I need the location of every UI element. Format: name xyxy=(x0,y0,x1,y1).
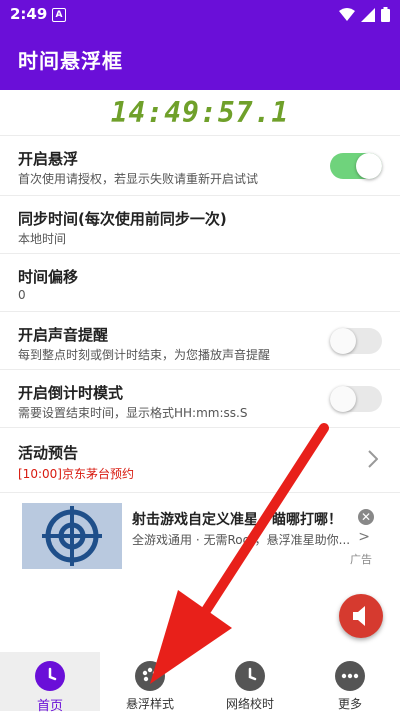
signal-icon xyxy=(361,7,375,22)
countdown-toggle[interactable] xyxy=(330,386,382,412)
ad-banner[interactable]: 射击游戏自定义准星，瞄哪打哪！ 全游戏通用 · 无需Root，悬浮准星助你...… xyxy=(0,492,400,578)
ad-thumbnail xyxy=(22,503,122,569)
setting-title: 时间偏移 xyxy=(18,268,79,286)
floating-toggle[interactable] xyxy=(330,153,382,179)
palette-icon xyxy=(135,661,165,691)
toggle-knob xyxy=(356,153,382,179)
setting-title: 同步时间(每次使用前同步一次) xyxy=(18,210,227,228)
nav-label: 更多 xyxy=(337,697,362,711)
setting-subtitle: 首次使用请授权，若显示失败请重新开启试试 xyxy=(18,172,259,186)
toggle-knob xyxy=(330,328,356,354)
ad-chevron-icon: > xyxy=(358,529,370,545)
status-time: 2:49 xyxy=(10,5,48,23)
nav-floating-style[interactable]: 悬浮样式 xyxy=(100,652,200,711)
ad-close-icon[interactable]: ✕ xyxy=(358,509,374,525)
setting-subtitle: 每到整点时刻或倒计时结束，为您播放声音提醒 xyxy=(18,348,271,362)
sound-toggle[interactable] xyxy=(330,328,382,354)
notification-a-icon: A xyxy=(52,8,66,22)
nav-network-time[interactable]: 网络校时 xyxy=(200,652,300,711)
clock-icon xyxy=(235,661,265,691)
nav-label: 首页 xyxy=(36,699,63,714)
setting-title: 活动预告 xyxy=(18,444,79,462)
status-bar: 2:49 A xyxy=(0,0,400,30)
nav-label: 悬浮样式 xyxy=(125,697,174,711)
battery-icon xyxy=(381,7,390,22)
speaker-icon xyxy=(353,606,365,626)
nav-home[interactable]: 首页 xyxy=(0,652,100,714)
clock-icon xyxy=(35,661,65,691)
more-icon xyxy=(335,661,365,691)
ad-title: 射击游戏自定义准星，瞄哪打哪！ xyxy=(132,512,342,528)
nav-more[interactable]: 更多 xyxy=(300,652,400,711)
chevron-right-icon xyxy=(368,450,378,468)
setting-subtitle: 0 xyxy=(18,288,26,302)
setting-sound-reminder[interactable]: 开启声音提醒 每到整点时刻或倒计时结束，为您播放声音提醒 xyxy=(0,311,400,370)
app-bar: 时间悬浮框 xyxy=(0,30,400,90)
setting-title: 开启倒计时模式 xyxy=(18,384,124,402)
setting-time-offset[interactable]: 时间偏移 0 xyxy=(0,253,400,312)
setting-title: 开启悬浮 xyxy=(18,150,79,168)
setting-sync-time[interactable]: 同步时间(每次使用前同步一次) 本地时间 xyxy=(0,195,400,254)
setting-subtitle: 本地时间 xyxy=(18,232,67,246)
setting-countdown-mode[interactable]: 开启倒计时模式 需要设置结束时间，显示格式HH:mm:ss.S xyxy=(0,369,400,428)
setting-subtitle: 需要设置结束时间，显示格式HH:mm:ss.S xyxy=(18,406,248,420)
ad-subtitle: 全游戏通用 · 无需Root，悬浮准星助你... xyxy=(132,533,351,547)
clock-display: 14:49:57.1 xyxy=(110,96,290,129)
setting-title: 开启声音提醒 xyxy=(18,326,109,344)
page-title: 时间悬浮框 xyxy=(18,49,123,73)
setting-subtitle: [10:00]京东茅台预约 xyxy=(18,467,134,481)
bottom-nav: 首页 悬浮样式 网络校时 更多 xyxy=(0,652,400,714)
nav-label: 网络校时 xyxy=(225,697,274,711)
sound-fab-button[interactable] xyxy=(339,594,383,638)
setting-event-preview[interactable]: 活动预告 [10:00]京东茅台预约 xyxy=(0,427,400,492)
wifi-icon xyxy=(339,7,355,21)
status-icons xyxy=(339,7,390,22)
setting-floating-enable[interactable]: 开启悬浮 首次使用请授权，若显示失败请重新开启试试 xyxy=(0,135,400,190)
ad-tag: 广告 xyxy=(350,553,372,566)
toggle-knob xyxy=(330,386,356,412)
crosshair-icon xyxy=(22,503,122,569)
